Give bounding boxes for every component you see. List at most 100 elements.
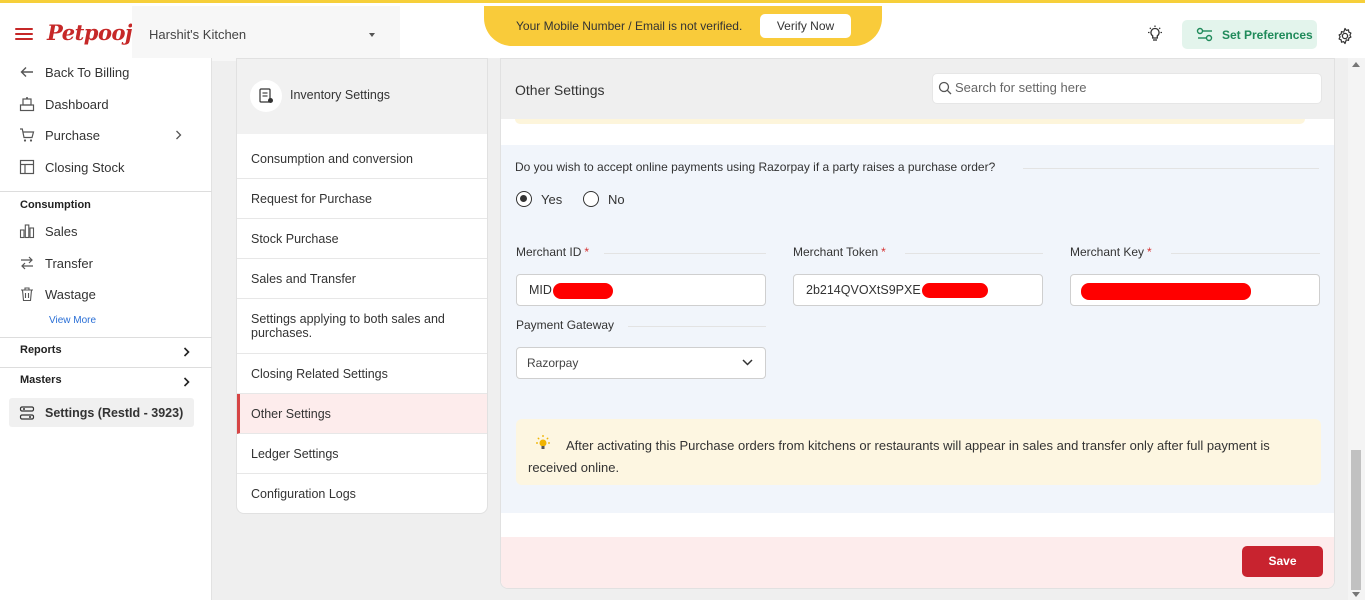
sidebar-item-reports[interactable]: Reports xyxy=(20,344,192,364)
sidebar-divider xyxy=(0,191,212,192)
sidebar-item-back-to-billing[interactable]: Back To Billing xyxy=(18,61,129,83)
redaction-mark xyxy=(553,283,613,299)
redaction-mark xyxy=(1081,283,1251,300)
transfer-icon xyxy=(18,254,36,272)
info-notice: After activating this Purchase orders fr… xyxy=(516,419,1321,485)
merchant-key-label-text: Merchant Key xyxy=(1070,245,1145,259)
view-more-link[interactable]: View More xyxy=(49,315,96,326)
sidebar-item-transfer[interactable]: Transfer xyxy=(18,252,93,274)
menu-item-sales-and-purchases[interactable]: Settings applying to both sales and purc… xyxy=(237,299,487,354)
sidebar-item-label: Purchase xyxy=(45,127,100,143)
merchant-id-label-text: Merchant ID xyxy=(516,245,582,259)
sidebar-item-closing-stock[interactable]: Closing Stock xyxy=(18,156,124,178)
search-input[interactable] xyxy=(955,80,1305,95)
sidebar-item-sales[interactable]: Sales xyxy=(18,220,78,242)
set-preferences-button[interactable]: Set Preferences xyxy=(1182,20,1317,49)
page-scrollbar[interactable] xyxy=(1348,58,1365,600)
panel-title: Other Settings xyxy=(515,82,605,98)
restaurant-selector[interactable]: Harshit's Kitchen xyxy=(132,6,400,61)
radio-unchecked-icon xyxy=(583,191,599,207)
top-bar: Petpooja Harshit's Kitchen Your Mobile N… xyxy=(0,0,1365,61)
panel-footer: Save xyxy=(501,537,1334,588)
required-marker: * xyxy=(584,245,590,259)
sidebar-divider xyxy=(0,337,212,338)
merchant-id-value: MID xyxy=(529,283,552,297)
sidebar-item-label: Sales xyxy=(45,223,78,239)
merchant-id-field[interactable]: MID xyxy=(516,274,766,306)
divider-line xyxy=(628,326,766,327)
petpooja-logo[interactable]: Petpooja xyxy=(47,20,146,45)
lightbulb-icon[interactable] xyxy=(1146,25,1164,43)
radio-no-label: No xyxy=(608,191,625,207)
panel-header: Other Settings xyxy=(501,59,1334,119)
redaction-mark xyxy=(922,283,988,298)
search-box[interactable] xyxy=(932,73,1322,104)
sidebar-item-settings[interactable]: Settings (RestId - 3923) xyxy=(9,398,194,427)
sidebar-item-label: Closing Stock xyxy=(45,159,125,175)
menu-item-request-for-purchase[interactable]: Request for Purchase xyxy=(237,179,487,219)
scrollbar-thumb[interactable] xyxy=(1351,450,1361,590)
verify-now-button[interactable]: Verify Now xyxy=(760,14,851,38)
chevron-right-icon xyxy=(183,377,190,387)
divider-line xyxy=(1023,168,1319,169)
payment-gateway-select[interactable]: Razorpay xyxy=(516,347,766,379)
verification-banner: Your Mobile Number / Email is not verifi… xyxy=(484,6,882,46)
menu-item-configuration-logs[interactable]: Configuration Logs xyxy=(237,474,487,514)
save-button[interactable]: Save xyxy=(1242,546,1323,577)
sidebar-item-label: Dashboard xyxy=(45,96,109,112)
required-marker: * xyxy=(1147,245,1152,259)
notice-text: After activating this Purchase orders fr… xyxy=(528,438,1270,475)
sidebar-item-label: Back To Billing xyxy=(45,64,130,80)
chevron-right-icon xyxy=(183,347,190,357)
dashboard-icon xyxy=(18,95,36,113)
other-settings-panel: Other Settings Do you wish to accept onl… xyxy=(500,58,1335,589)
consumption-heading: Consumption xyxy=(20,199,91,211)
menu-item-closing-related[interactable]: Closing Related Settings xyxy=(237,354,487,394)
sidebar-divider xyxy=(0,367,212,368)
scroll-up-arrow-icon[interactable] xyxy=(1352,62,1360,67)
scroll-down-arrow-icon[interactable] xyxy=(1352,592,1360,597)
merchant-token-field[interactable]: 2b214QVOXtS9PXE xyxy=(793,274,1043,306)
cart-icon xyxy=(18,126,36,144)
reports-label: Reports xyxy=(20,344,62,356)
payment-gateway-value: Razorpay xyxy=(527,356,579,370)
hamburger-menu-icon[interactable] xyxy=(15,28,33,40)
settings-menu-header: Inventory Settings xyxy=(237,59,487,134)
menu-item-ledger-settings[interactable]: Ledger Settings xyxy=(237,434,487,474)
settings-menu: Inventory Settings Consumption and conve… xyxy=(236,58,488,514)
sidebar-item-label: Transfer xyxy=(45,255,93,271)
settings-menu-title: Inventory Settings xyxy=(290,88,391,102)
menu-item-stock-purchase[interactable]: Stock Purchase xyxy=(237,219,487,259)
sidebar-item-masters[interactable]: Masters xyxy=(20,374,192,394)
chevron-down-icon xyxy=(742,359,753,366)
radio-no[interactable]: No xyxy=(583,191,625,207)
settings-sliders-icon xyxy=(19,405,35,420)
chevron-right-icon xyxy=(176,130,182,140)
sidebar-item-dashboard[interactable]: Dashboard xyxy=(18,93,109,115)
set-preferences-label: Set Preferences xyxy=(1222,28,1313,42)
razorpay-section: Do you wish to accept online payments us… xyxy=(501,145,1334,513)
bar-chart-icon xyxy=(18,222,36,240)
merchant-token-label: Merchant Token * xyxy=(793,245,886,259)
arrow-left-icon xyxy=(18,63,36,81)
caret-down-icon xyxy=(369,33,375,37)
radio-yes-label: Yes xyxy=(541,191,563,207)
menu-item-consumption-conversion[interactable]: Consumption and conversion xyxy=(237,139,487,179)
radio-yes[interactable]: Yes xyxy=(516,191,562,207)
left-sidebar: Back To Billing Dashboard Purchase Closi… xyxy=(0,58,212,600)
merchant-token-label-text: Merchant Token xyxy=(793,245,879,259)
verify-message: Your Mobile Number / Email is not verifi… xyxy=(516,19,743,33)
sidebar-item-purchase[interactable]: Purchase xyxy=(18,124,188,146)
merchant-token-value: 2b214QVOXtS9PXE xyxy=(806,283,921,297)
settings-gear-icon[interactable] xyxy=(1336,27,1354,45)
merchant-id-label: Merchant ID * xyxy=(516,245,589,259)
menu-item-other-settings[interactable]: Other Settings xyxy=(237,394,487,434)
preferences-icon xyxy=(1196,27,1213,42)
merchant-key-label: Merchant Key * xyxy=(1070,245,1152,259)
menu-item-sales-and-transfer[interactable]: Sales and Transfer xyxy=(237,259,487,299)
merchant-key-field[interactable] xyxy=(1070,274,1320,306)
divider-line xyxy=(1171,253,1320,254)
settings-label: Settings (RestId - 3923) xyxy=(45,405,184,420)
required-marker: * xyxy=(881,245,886,259)
sidebar-item-wastage[interactable]: Wastage xyxy=(18,283,96,305)
